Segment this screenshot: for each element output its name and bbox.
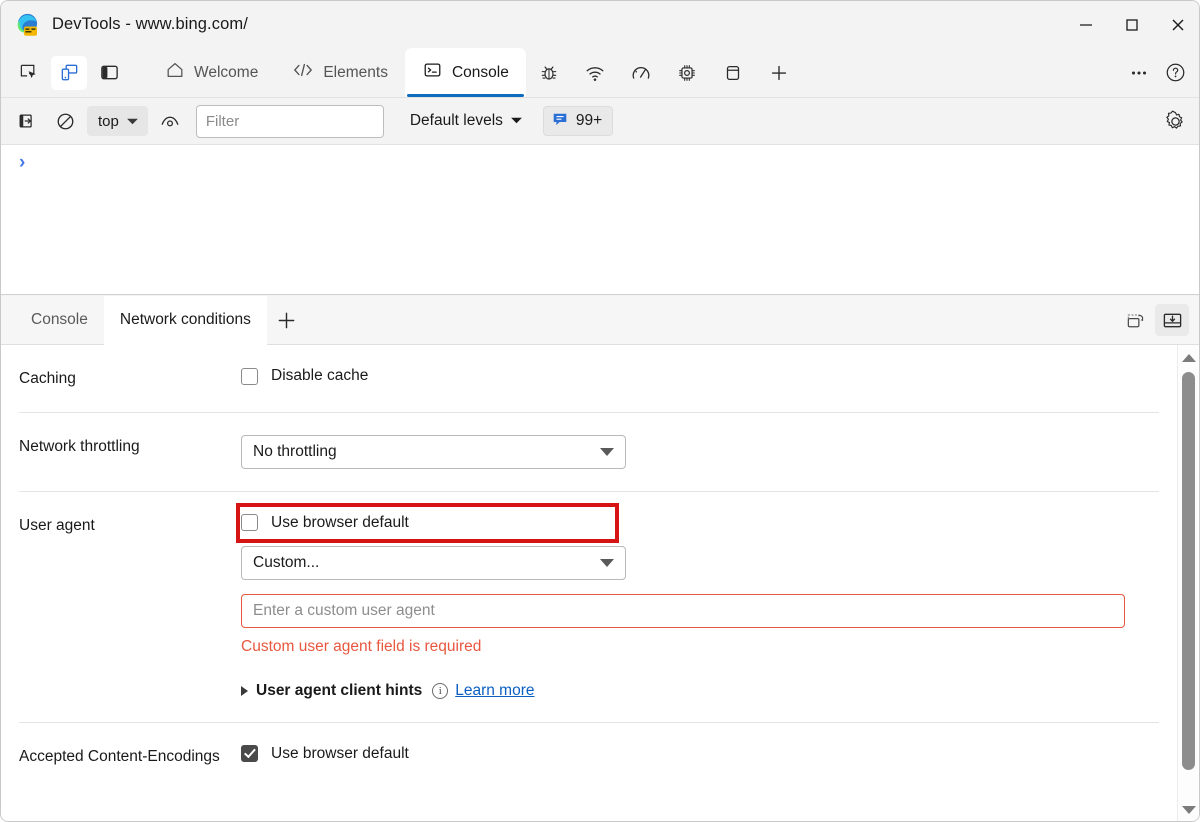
encodings-use-browser-default-label: Use browser default xyxy=(271,744,409,762)
user-agent-client-hints-row[interactable]: User agent client hints i Learn more xyxy=(241,682,1159,700)
user-agent-error-message: Custom user agent field is required xyxy=(241,637,482,655)
code-brackets-icon xyxy=(292,60,314,85)
content-encodings-field: Use browser default xyxy=(241,745,1159,768)
tab-console[interactable]: Console xyxy=(404,48,526,97)
encodings-use-browser-default-row[interactable]: Use browser default xyxy=(241,745,1159,763)
levels-label: Default levels xyxy=(409,112,503,129)
caching-field: Disable cache xyxy=(241,367,1159,390)
tab-label: Console xyxy=(451,63,509,81)
console-prompt-chevron: › xyxy=(19,152,26,173)
devtools-window: DevTools - www.bing.com/ Welcome Element… xyxy=(0,0,1200,822)
application-storage-icon[interactable] xyxy=(710,48,756,97)
drawer-tab-strip: Console Network conditions xyxy=(1,295,1199,345)
minimize-button[interactable] xyxy=(1063,1,1109,48)
disable-cache-checkbox[interactable] xyxy=(241,367,258,385)
client-hints-title: User agent client hints xyxy=(256,681,423,699)
expand-triangle-icon[interactable] xyxy=(241,685,248,696)
row-caching: Caching Disable cache xyxy=(19,345,1159,413)
disable-cache-checkbox-row[interactable]: Disable cache xyxy=(241,367,1159,385)
chevron-down-icon xyxy=(600,447,614,456)
encodings-use-browser-default-checkbox[interactable] xyxy=(241,745,258,763)
ua-use-browser-default-row[interactable]: Use browser default xyxy=(236,502,1159,543)
inspect-element-icon[interactable] xyxy=(11,56,47,90)
scroll-down-arrow-icon[interactable] xyxy=(1178,800,1199,819)
custom-user-agent-input[interactable] xyxy=(241,593,1125,628)
console-terminal-icon xyxy=(422,60,443,85)
user-agent-label: User agent xyxy=(19,516,95,534)
row-user-agent: User agent Use browser default Custom...… xyxy=(19,492,1159,723)
issues-count: 99+ xyxy=(575,112,603,129)
scroll-up-arrow-icon[interactable] xyxy=(1178,348,1199,367)
user-agent-selected-value: Custom... xyxy=(253,553,320,571)
console-output-pane[interactable]: › xyxy=(1,145,1199,295)
scroll-thumb[interactable] xyxy=(1182,372,1195,770)
drawer-tab-console[interactable]: Console xyxy=(15,302,104,339)
ua-use-browser-default-label: Use browser default xyxy=(271,513,409,531)
row-network-throttling: Network throttling No throttling xyxy=(19,413,1159,492)
performance-gauge-icon[interactable] xyxy=(618,48,664,97)
log-levels-dropdown[interactable]: Default levels xyxy=(404,106,529,136)
chevron-down-icon xyxy=(126,113,139,130)
vertical-scrollbar[interactable] xyxy=(1177,345,1199,821)
learn-more-link[interactable]: Learn more xyxy=(455,682,534,700)
throttling-select[interactable]: No throttling xyxy=(241,434,626,469)
tab-welcome[interactable]: Welcome xyxy=(148,48,275,97)
disable-cache-label: Disable cache xyxy=(271,367,369,384)
drawer-tab-network-conditions[interactable]: Network conditions xyxy=(103,295,267,345)
console-filter-toolbar: top Default levels xyxy=(1,98,1199,145)
issues-counter[interactable]: 99+ xyxy=(542,106,614,136)
restore-drawer-icon[interactable] xyxy=(1118,304,1152,336)
sources-bug-icon[interactable] xyxy=(526,48,572,97)
network-conditions-content: Caching Disable cache Network throttling… xyxy=(1,345,1177,790)
caching-label: Caching xyxy=(19,370,76,387)
title-bar: DevTools - www.bing.com/ xyxy=(1,1,1199,48)
content-encodings-label: Accepted Content-Encodings xyxy=(19,747,220,765)
tab-label: Welcome xyxy=(194,63,259,81)
execution-context-select[interactable]: top xyxy=(87,106,148,136)
more-options-icon[interactable] xyxy=(1121,56,1157,90)
chevron-down-icon xyxy=(600,558,614,567)
drawer-tab-label: Network conditions xyxy=(119,311,251,328)
throttling-label: Network throttling xyxy=(19,437,140,455)
drawer-right-controls xyxy=(1118,304,1199,336)
context-value: top xyxy=(98,112,119,130)
row-content-encodings: Accepted Content-Encodings Use browser d… xyxy=(19,723,1159,790)
more-tabs-plus-icon[interactable] xyxy=(756,48,802,97)
panel-tabs: Welcome Elements Console xyxy=(148,48,1112,97)
network-wifi-icon[interactable] xyxy=(572,48,618,97)
maximize-button[interactable] xyxy=(1109,1,1155,48)
toolbar-left-icons xyxy=(1,48,148,97)
eye-icon[interactable] xyxy=(154,106,186,136)
title-bar-left: DevTools - www.bing.com/ xyxy=(1,12,1063,38)
window-title: DevTools - www.bing.com/ xyxy=(52,15,248,33)
gear-icon[interactable] xyxy=(1159,106,1191,136)
device-emulation-icon[interactable] xyxy=(51,55,87,90)
filter-input[interactable] xyxy=(195,104,384,138)
plus-icon[interactable] xyxy=(267,302,307,339)
dock-side-icon[interactable] xyxy=(91,56,127,90)
issues-speech-bubble-icon xyxy=(551,110,569,133)
tab-label: Elements xyxy=(323,63,388,81)
throttling-field: No throttling xyxy=(241,434,1159,469)
dock-to-bottom-icon[interactable] xyxy=(1155,304,1189,336)
edge-devtools-logo-icon xyxy=(15,12,41,38)
help-icon[interactable] xyxy=(1157,56,1193,90)
user-agent-field: Use browser default Custom... Custom use… xyxy=(236,502,1159,700)
clear-console-icon[interactable] xyxy=(11,106,43,136)
tab-elements[interactable]: Elements xyxy=(275,48,405,97)
drawer-tab-label: Console xyxy=(31,311,88,328)
network-conditions-panel: Caching Disable cache Network throttling… xyxy=(1,345,1199,821)
home-icon xyxy=(165,60,185,85)
window-controls xyxy=(1063,1,1199,48)
ua-use-browser-default-checkbox[interactable] xyxy=(241,514,258,532)
close-button[interactable] xyxy=(1155,1,1199,48)
throttling-selected-value: No throttling xyxy=(253,442,337,460)
memory-chip-icon[interactable] xyxy=(664,48,710,97)
chevron-down-icon xyxy=(510,112,523,130)
info-icon: i xyxy=(432,682,449,699)
user-agent-select[interactable]: Custom... xyxy=(241,545,626,580)
block-icon[interactable] xyxy=(49,106,81,136)
toolbar-right-icons xyxy=(1112,48,1199,97)
devtools-main-toolbar: Welcome Elements Console xyxy=(1,48,1199,98)
